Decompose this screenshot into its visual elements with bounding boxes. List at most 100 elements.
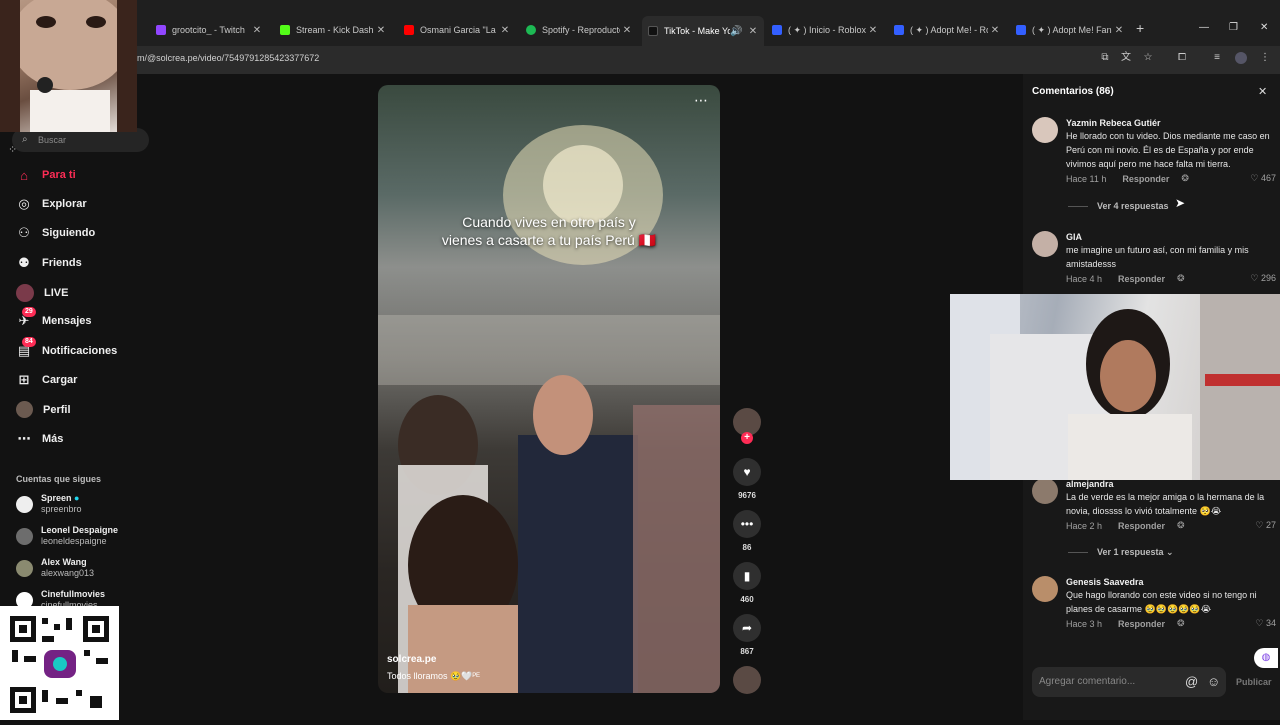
minimize-icon[interactable]: — (1199, 22, 1209, 33)
like-button[interactable]: ♥ 9676 (733, 458, 761, 500)
nav-mas[interactable]: ⋯ Más (16, 431, 64, 447)
video-more-icon[interactable]: ⋯ (694, 92, 708, 109)
floating-app-icon[interactable]: ◍ (1254, 648, 1278, 668)
tab-spotify[interactable]: Spotify - Reproductor ✕ (520, 19, 638, 41)
publish-button[interactable]: Publicar (1236, 677, 1272, 687)
avatar[interactable] (1032, 231, 1058, 257)
speaker-icon[interactable]: 🔊 (730, 26, 742, 37)
profile-avatar-icon[interactable] (1235, 52, 1247, 64)
avatar[interactable] (1032, 117, 1058, 143)
nav-notificaciones[interactable]: ▤ 84 Notificaciones (16, 337, 117, 359)
comments-title: Comentarios (86) (1032, 86, 1114, 97)
close-window-icon[interactable]: ✕ (1260, 22, 1268, 33)
notifications-icon: ▤ 84 (16, 337, 36, 359)
close-tab-icon[interactable]: ✕ (988, 25, 1002, 36)
following-account[interactable]: Alex Wang alexwang013 (16, 557, 94, 579)
share-button[interactable]: ➦ 867 (733, 614, 761, 656)
friends-icon: ⚉ (18, 255, 30, 270)
following-account[interactable]: Spreen ● spreenbro (16, 493, 82, 515)
nav-para-ti[interactable]: ⌂ Para ti (16, 167, 76, 183)
creator-liked-icon: ❂ (1181, 173, 1189, 183)
close-tab-icon[interactable]: ✕ (620, 25, 634, 36)
home-icon: ⌂ (20, 167, 28, 183)
tab-tiktok[interactable]: TikTok - Make Yo 🔊 ✕ (642, 16, 764, 46)
apps-grid-icon[interactable]: ⁘ (8, 143, 24, 159)
url-text[interactable]: m/@solcrea.pe/video/7549791285423377672 (137, 53, 319, 63)
avatar[interactable] (1032, 576, 1058, 602)
reply-button[interactable]: Responder (1122, 174, 1169, 184)
tab-youtube[interactable]: Osmani Garcia "La Vo ✕ (398, 19, 516, 41)
comment-like-button[interactable]: ♡ 34 (1255, 618, 1276, 629)
nav-cargar[interactable]: ⊞ Cargar (16, 372, 78, 388)
close-tab-icon[interactable]: ✕ (250, 25, 264, 36)
view-replies-button[interactable]: Ver 1 respuesta ⌄ (1068, 547, 1174, 558)
maximize-icon[interactable]: ❐ (1229, 22, 1238, 33)
emoji-icon[interactable]: ☺ (1207, 674, 1220, 689)
music-disc-icon (733, 666, 761, 694)
roblox-icon (894, 25, 904, 35)
tab-roblox-home[interactable]: ( ✦ ) Inicio - Roblox ✕ (766, 19, 884, 41)
more-icon: ⋯ (17, 431, 31, 446)
upload-icon: ⊞ (18, 372, 30, 387)
verified-icon: ● (74, 493, 80, 503)
video-player[interactable] (378, 85, 720, 693)
nav-explorar[interactable]: ◎ Explorar (16, 196, 86, 212)
twitch-icon (156, 25, 166, 35)
menu-kebab-icon[interactable]: ⋮ (1259, 52, 1271, 64)
share-icon: ➦ (733, 614, 761, 642)
heart-outline-icon: ♡ (1250, 173, 1259, 183)
close-tab-icon[interactable]: ✕ (1112, 25, 1126, 36)
translate-icon[interactable]: 文 (1120, 52, 1132, 64)
comment-like-button[interactable]: ♡ 296 (1250, 273, 1276, 284)
view-replies-button[interactable]: Ver 4 respuestas (1068, 201, 1169, 211)
avatar[interactable] (1032, 478, 1058, 504)
nav-siguiendo[interactable]: ⚇ Siguiendo (16, 225, 95, 241)
tiktok-icon (648, 26, 658, 36)
nav-live[interactable]: LIVE (16, 284, 68, 302)
reply-button[interactable]: Responder (1118, 521, 1165, 531)
creator-liked-icon: ❂ (1177, 618, 1185, 628)
star-icon[interactable]: ☆ (1142, 52, 1154, 64)
messages-badge: 29 (22, 307, 36, 317)
reply-button[interactable]: Responder (1118, 619, 1165, 629)
tab-twitch[interactable]: grootcito_ - Twitch ✕ (150, 19, 268, 41)
close-tab-icon[interactable]: ✕ (374, 25, 388, 36)
follow-plus-icon[interactable]: + (741, 432, 753, 444)
youtube-icon (404, 25, 414, 35)
tab-adopt-me[interactable]: ( ✦ ) Adopt Me! - Rob ✕ (888, 19, 1006, 41)
close-tab-icon[interactable]: ✕ (498, 25, 512, 36)
close-tab-icon[interactable]: ✕ (746, 26, 760, 37)
kick-icon (280, 25, 290, 35)
nav-friends[interactable]: ⚉ Friends (16, 255, 82, 271)
heart-outline-icon: ♡ (1255, 520, 1264, 530)
nav-mensajes[interactable]: ✈ 29 Mensajes (16, 307, 92, 329)
heart-outline-icon: ♡ (1250, 273, 1259, 283)
messages-icon: ✈ 29 (16, 307, 36, 329)
avatar (16, 496, 33, 513)
creator-liked-icon: ❂ (1177, 273, 1185, 283)
bookmark-icon: ▮ (733, 562, 761, 590)
comment-button[interactable]: ••• 86 (733, 510, 761, 552)
new-tab-icon[interactable]: + (1136, 20, 1144, 36)
close-icon[interactable]: ✕ (1258, 85, 1267, 98)
comment-like-button[interactable]: ♡ 467 (1250, 173, 1276, 184)
tab-adopt-me-fan[interactable]: ( ✦ ) Adopt Me! Fan c ✕ (1010, 19, 1130, 41)
close-tab-icon[interactable]: ✕ (866, 25, 880, 36)
roblox-icon (1016, 25, 1026, 35)
video-username[interactable]: solcrea.pe (387, 654, 436, 665)
save-button[interactable]: ▮ 460 (733, 562, 761, 604)
media-icon[interactable]: ≡ (1211, 52, 1223, 64)
avatar (16, 528, 33, 545)
mention-icon[interactable]: @ (1185, 674, 1198, 689)
sound-avatar[interactable] (733, 666, 761, 694)
live-icon (16, 284, 34, 302)
following-account[interactable]: Leonel Despaigne leoneldespaigne (16, 525, 118, 547)
creator-liked-icon: ❂ (1177, 520, 1185, 530)
nav-perfil[interactable]: Perfil (16, 401, 71, 418)
tab-kick[interactable]: Stream - Kick Dashbo ✕ (274, 19, 392, 41)
comment-like-button[interactable]: ♡ 27 (1255, 520, 1276, 531)
extensions-icon[interactable]: ⧠ (1176, 52, 1188, 64)
install-app-icon[interactable]: ⧉ (1099, 52, 1111, 64)
list-fade (1023, 650, 1280, 660)
reply-button[interactable]: Responder (1118, 274, 1165, 284)
